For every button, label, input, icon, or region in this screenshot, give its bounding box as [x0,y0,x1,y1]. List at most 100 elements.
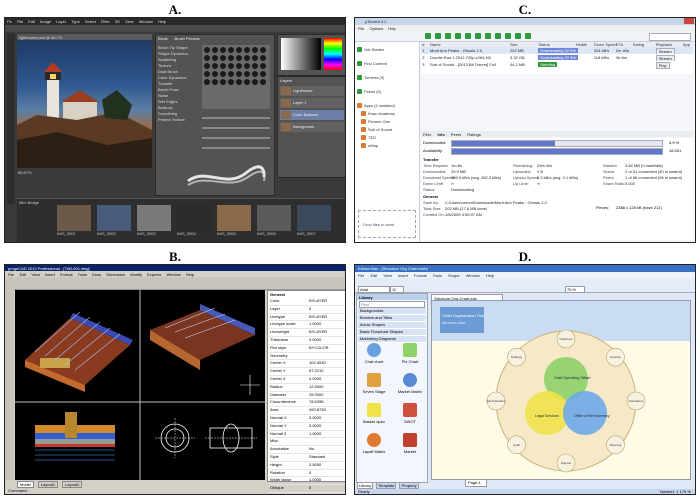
ps-menu-item[interactable]: Image [40,19,51,24]
ps-brush-tab[interactable]: Brush Presets [174,36,199,41]
ed-font-select[interactable]: Arial [358,286,390,293]
brush-tip[interactable] [260,71,266,77]
brush-tip[interactable] [212,63,218,69]
ps-menu-item[interactable]: View [125,19,134,24]
cad-property-row[interactable]: Normal Z 1.0000 [269,431,345,439]
ut-detail-tab[interactable]: Info [437,132,444,137]
playback-button[interactable]: Play [655,62,670,69]
table-row[interactable]: 3 Sub of Sound - [2013 Bit Torrent] Full 4… [421,61,693,69]
brush-tip[interactable] [236,71,242,77]
cad-property-row[interactable]: Circumference 78.5398 [269,399,345,408]
cad-property-row[interactable]: Annotative No [269,446,345,454]
cad-command-line[interactable]: Command: [8,488,28,493]
brush-tip[interactable] [228,63,234,69]
ut-sidebar-item[interactable]: Torrents (3) [357,74,417,82]
cad-layout-tab[interactable]: Layout1 [37,481,59,488]
ps-menu-item[interactable]: Select [85,19,96,24]
ps-menu-item[interactable]: Help [158,19,166,24]
cad-property-row[interactable]: Normal X 0.0000 [269,415,345,423]
down-icon[interactable] [505,33,511,39]
brush-tip[interactable] [228,55,234,61]
ps-menu-item[interactable]: Window [139,19,153,24]
cad-property-row[interactable]: Normal Y 0.0000 [269,423,345,431]
table-row[interactable]: 2 Doodle.Run.1.2012.720p.x264-HD 3.32 GB Do… [421,54,693,62]
brush-tip[interactable] [204,71,210,77]
ps-layer-row[interactable]: Layer 1 [280,98,344,108]
ps-brush-option[interactable]: Protect Texture [158,117,198,123]
ut-sidebar-item[interactable]: Pioneer One [357,118,417,126]
brush-tip[interactable] [204,47,210,53]
ut-search-input[interactable] [649,33,691,41]
ps-menu-item[interactable]: 3D [115,19,120,24]
brush-tip[interactable] [260,47,266,53]
brush-tip[interactable] [244,71,250,77]
brush-tip[interactable] [212,71,218,77]
ps-menu-item[interactable]: Filter [101,19,110,24]
create-icon[interactable] [445,33,451,39]
cad-property-row[interactable]: Layer 0 [269,306,345,314]
ut-sidebar-item[interactable]: Sub of Sound [357,126,417,134]
cad-property-row[interactable]: Style Standard [269,454,345,462]
cad-property-row[interactable]: Plot style BYCOLOR [269,345,345,353]
brush-tip[interactable] [260,79,266,85]
cad-property-row[interactable]: JustifyLeft [269,493,345,494]
cad-drawing-area[interactable] [15,290,265,480]
ps-thumbnail[interactable]: IMG_0006 [257,205,291,239]
brush-tip[interactable] [244,79,250,85]
brush-tip[interactable] [252,71,258,77]
ed-library-shape[interactable]: Basket apex [359,402,389,428]
cad-property-row[interactable]: Misc [269,438,345,447]
ps-layer-row[interactable]: Color Balance [280,110,344,120]
cad-property-row[interactable]: Rotation 0 [269,470,345,478]
table-row[interactable]: 1 Mont Ann Peaks - Ghosts 2.0 202 MB Downlo… [421,47,693,55]
brush-tip[interactable] [260,63,266,69]
brush-tip[interactable] [244,55,250,61]
ut-close-button[interactable] [684,18,694,24]
brush-tip[interactable] [252,63,258,69]
brush-tip[interactable] [236,55,242,61]
brush-tip[interactable] [212,55,218,61]
ut-sidebar-item[interactable]: uMap [357,142,417,150]
brush-tip[interactable] [244,47,250,53]
cad-property-row[interactable]: Oblique 0 [269,485,345,493]
ed-library-shape[interactable]: Chat chart [359,342,389,368]
ed-library-category[interactable]: Backgrounds [358,308,426,315]
pause-icon[interactable] [475,33,481,39]
ps-color-panel[interactable] [277,34,345,76]
ut-sidebar-item[interactable]: Feeds (0) [357,88,417,96]
brush-sliders[interactable] [202,113,270,153]
remote-icon[interactable] [515,33,521,39]
brush-tip[interactable] [228,71,234,77]
brush-tip[interactable] [220,71,226,77]
ps-menu-item[interactable]: Edit [28,19,35,24]
play-icon[interactable] [465,33,471,39]
delete-icon[interactable] [455,33,461,39]
ed-library-shape[interactable]: Layoff Matrix [359,432,389,458]
brush-tip[interactable] [260,55,266,61]
cad-property-row[interactable]: Diameter 25.0000 [269,392,345,400]
ed-library-shape[interactable]: Market [395,432,425,458]
ps-layer-row[interactable]: Lighthouse [280,86,344,96]
ut-detail-tab[interactable]: Files [423,132,431,137]
ps-thumbnail[interactable]: IMG_0002 [97,205,131,239]
link-icon[interactable] [435,33,441,39]
cad-property-row[interactable]: Linetype BYLAYER [269,314,345,322]
cad-property-row[interactable]: Color BYLAYER [269,298,345,306]
up-icon[interactable] [495,33,501,39]
brush-tip[interactable] [204,79,210,85]
ut-detail-tab[interactable]: Ratings [467,132,481,137]
ps-brush-tab[interactable]: Brush [158,36,168,41]
ed-size-select[interactable]: 10 [390,286,404,293]
ed-library-category[interactable]: Arrow Shapes [358,322,426,329]
ed-library-shape[interactable]: Seven Stage [359,372,389,398]
ut-sidebar-item[interactable]: Get Started [357,46,417,54]
brush-tip[interactable] [228,79,234,85]
cad-property-row[interactable]: Center X 102.4530 [269,360,345,369]
brush-tip[interactable] [212,79,218,85]
cad-property-row[interactable]: Linetype scale 1.0000 [269,321,345,330]
ed-bottom-tab[interactable]: Template [376,482,397,489]
ps-thumbnail[interactable]: IMG_0004 [177,205,211,239]
ed-library-shape[interactable]: Market Matrix [395,372,425,398]
brush-tip[interactable] [204,55,210,61]
ed-library-shape[interactable]: SWOT [395,402,425,428]
